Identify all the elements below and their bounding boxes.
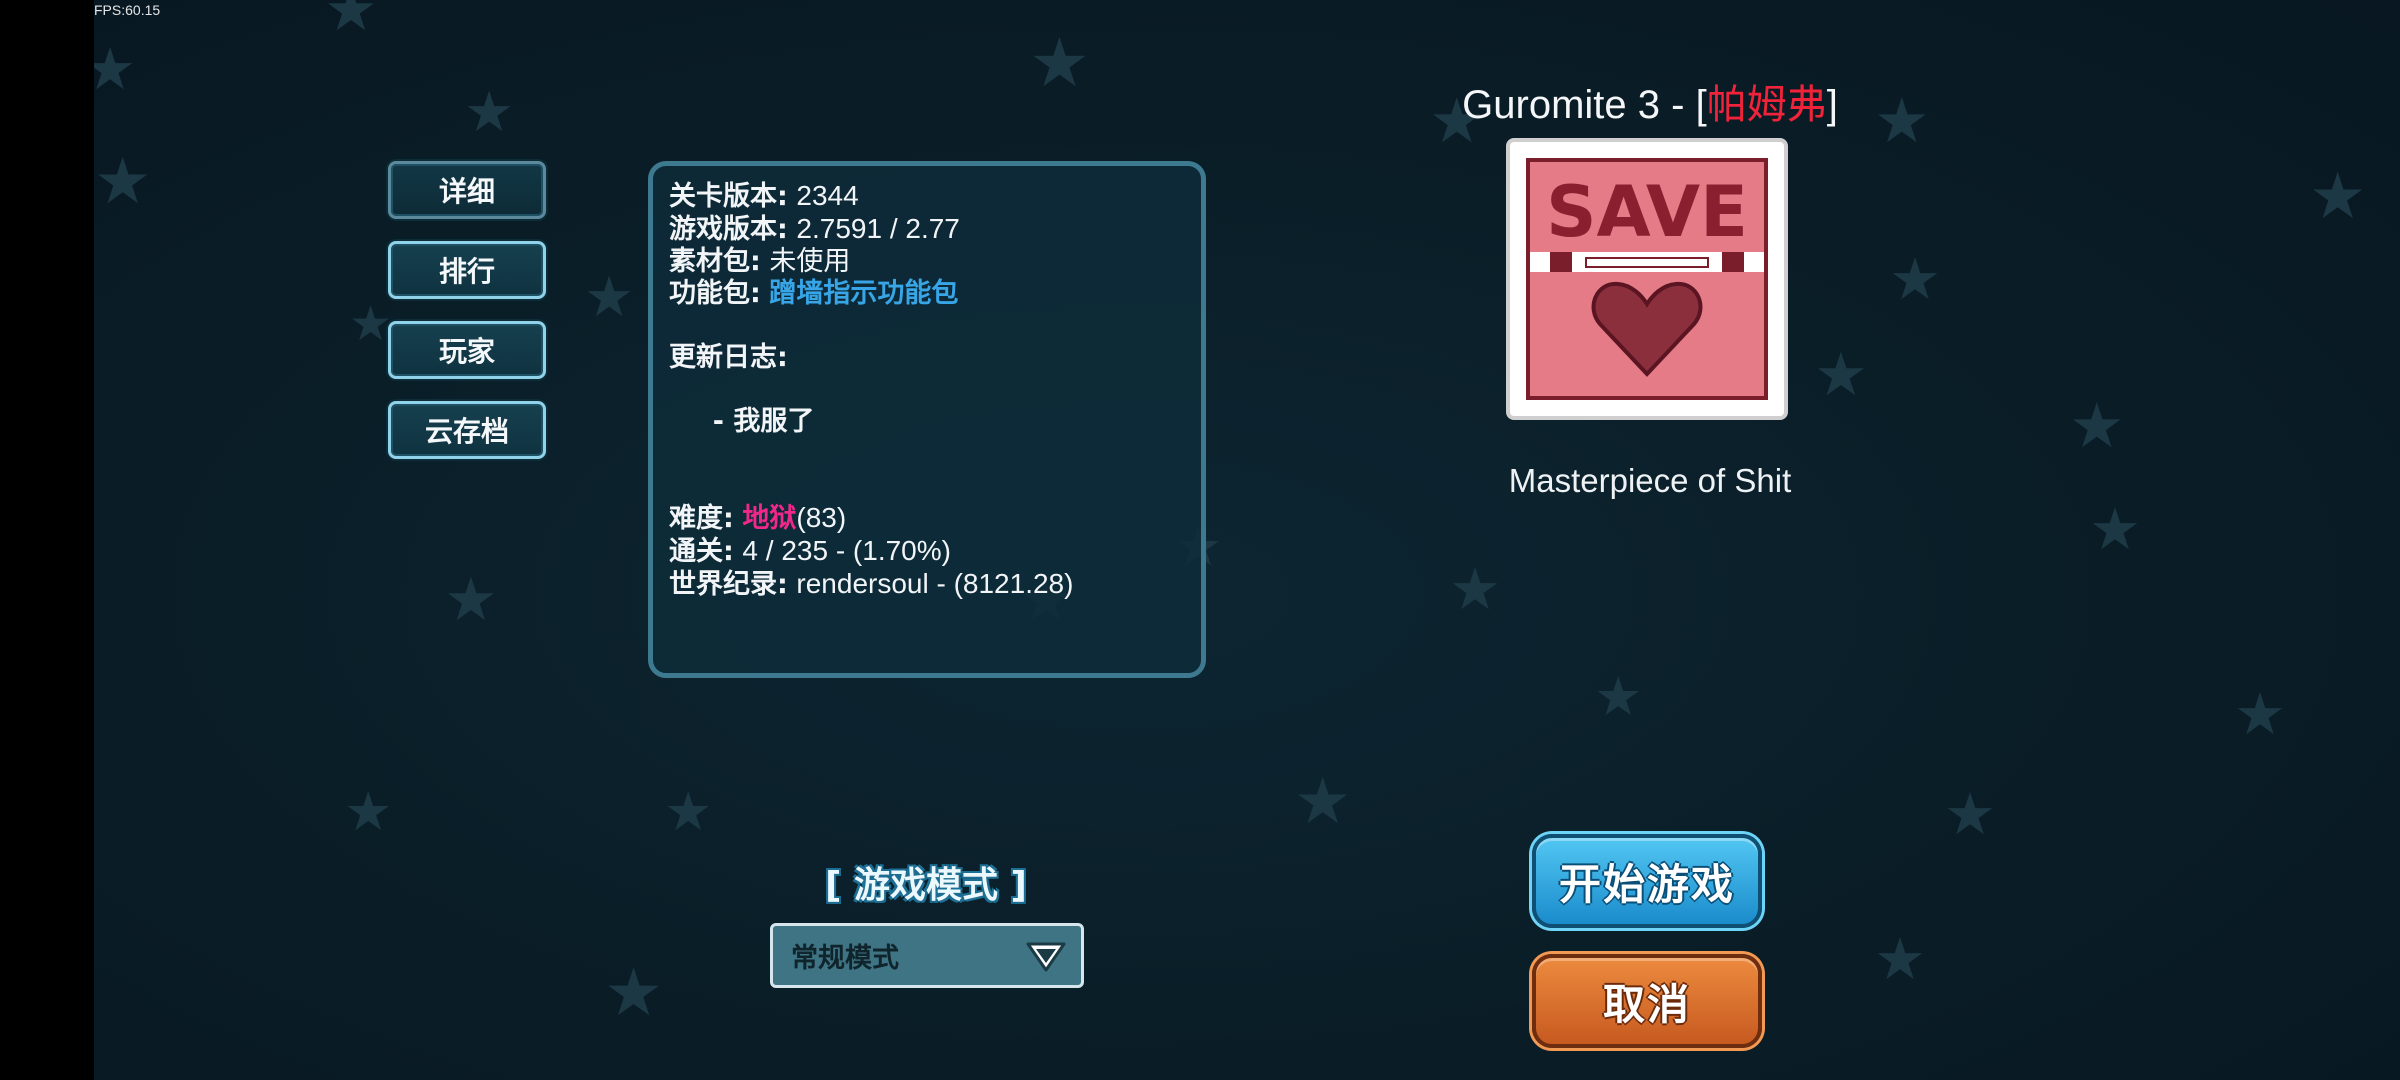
star-decoration: ★ — [1944, 780, 1996, 848]
level-author: Masterpiece of Shit — [1508, 462, 1792, 499]
difficulty-value: (83) — [796, 502, 847, 533]
clears-value: 4 / 235 - (1.70%) — [742, 535, 951, 566]
star-decoration: ★ — [324, 0, 378, 45]
star-decoration: ★ — [94, 35, 136, 103]
changelog-entry: - 我服了 — [669, 374, 1185, 470]
changelog-entry-text: - 我服了 — [703, 406, 815, 437]
tab-ranking[interactable]: 排行 — [388, 241, 546, 299]
dropdown-arrow-icon — [1026, 942, 1066, 972]
star-decoration: ★ — [664, 780, 713, 843]
save-heart-thumbnail: SAVE — [1520, 152, 1774, 406]
star-decoration: ★ — [2234, 680, 2286, 748]
difficulty-name: 地狱 — [742, 503, 797, 534]
game-mode-selected: 常规模式 — [791, 943, 899, 974]
world-record-label: 世界纪录: — [669, 569, 788, 600]
star-decoration: ★ — [1594, 665, 1643, 728]
start-game-button[interactable]: 开始游戏 — [1532, 834, 1762, 928]
level-info-panel: 关卡版本: 2344 游戏版本: 2.7591 / 2.77 素材包: 未使用 … — [648, 161, 1206, 678]
feature-pack-row: 功能包: 蹭墙指示功能包 — [669, 278, 1185, 310]
level-version-label: 关卡版本: — [669, 181, 788, 212]
thumbnail-save-text: SAVE — [1546, 171, 1748, 253]
asset-pack-value: 未使用 — [769, 246, 851, 277]
star-decoration: ★ — [1814, 340, 1868, 410]
level-title-tag: 帕姆弗 — [1706, 83, 1827, 127]
tab-players[interactable]: 玩家 — [388, 321, 546, 379]
star-decoration: ★ — [1449, 555, 1501, 623]
changelog-label: 更新日志: — [669, 342, 788, 373]
clears-label: 通关: — [669, 536, 734, 567]
level-version-row: 关卡版本: 2344 — [669, 180, 1185, 213]
changelog-heading: 更新日志: — [669, 342, 1185, 374]
fps-counter: FPS:60.15 — [94, 2, 161, 18]
star-decoration: ★ — [349, 296, 393, 352]
asset-pack-row: 素材包: 未使用 — [669, 246, 1185, 278]
game-mode-title: [ 游戏模式 ] — [825, 865, 1027, 906]
star-decoration: ★ — [1889, 245, 1941, 313]
star-decoration: ★ — [94, 145, 152, 219]
clears-row: 通关: 4 / 235 - (1.70%) — [669, 535, 1185, 568]
star-decoration: ★ — [584, 265, 635, 330]
world-record-value: rendersoul - (8121.28) — [796, 568, 1074, 599]
world-record-row: 世界纪录: rendersoul - (8121.28) — [669, 568, 1185, 601]
level-title-suffix: ] — [1826, 83, 1838, 127]
star-decoration: ★ — [2309, 160, 2367, 234]
cancel-button[interactable]: 取消 — [1532, 954, 1762, 1048]
star-decoration: ★ — [464, 80, 515, 145]
tab-cloud-save[interactable]: 云存档 — [388, 401, 546, 459]
game-version-value: 2.7591 / 2.77 — [796, 213, 960, 244]
star-decoration: ★ — [444, 565, 498, 635]
difficulty-label: 难度: — [669, 503, 734, 534]
game-version-row: 游戏版本: 2.7591 / 2.77 — [669, 213, 1185, 246]
star-decoration: ★ — [604, 954, 664, 1031]
difficulty-row: 难度: 地狱(83) — [669, 502, 1185, 535]
feature-pack-label: 功能包: — [669, 278, 761, 309]
game-mode-dropdown[interactable]: 常规模式 — [770, 923, 1084, 988]
star-decoration: ★ — [2089, 495, 2141, 563]
feature-pack-link[interactable]: 蹭墙指示功能包 — [769, 278, 958, 309]
star-decoration: ★ — [1029, 24, 1090, 103]
level-thumbnail: SAVE — [1506, 138, 1788, 420]
asset-pack-label: 素材包: — [669, 246, 761, 277]
star-decoration: ★ — [1294, 765, 1352, 839]
level-title: Guromite 3 - [帕姆弗] — [1400, 72, 1900, 130]
star-decoration: ★ — [1874, 925, 1926, 993]
tab-details[interactable]: 详细 — [388, 161, 546, 219]
level-version-value: 2344 — [796, 180, 859, 211]
star-decoration: ★ — [2069, 389, 2125, 462]
level-title-prefix: Guromite 3 - [ — [1462, 83, 1707, 127]
star-decoration: ★ — [344, 780, 393, 843]
game-version-label: 游戏版本: — [669, 214, 788, 245]
